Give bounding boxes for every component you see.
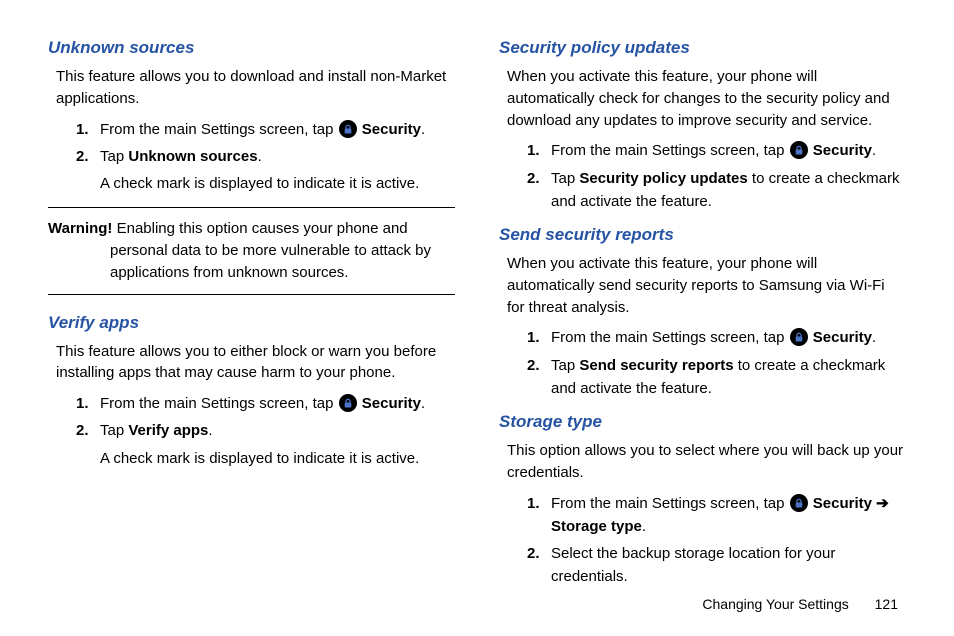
left-column: Unknown sources This feature allows you … xyxy=(48,32,455,601)
steps-security-policy: From the main Settings screen, tap Secur… xyxy=(527,139,906,213)
text: . xyxy=(642,518,646,535)
step: From the main Settings screen, tap Secur… xyxy=(527,326,906,349)
label-security: Security xyxy=(809,495,877,512)
heading-verify-apps: Verify apps xyxy=(48,313,455,333)
step: From the main Settings screen, tap Secur… xyxy=(76,392,455,415)
lock-icon xyxy=(790,494,808,512)
text: From the main Settings screen, tap xyxy=(551,329,789,346)
step: From the main Settings screen, tap Secur… xyxy=(527,492,906,539)
text: . xyxy=(872,329,876,346)
warning-prefix: Warning! xyxy=(48,220,117,237)
label-security: Security xyxy=(358,395,421,412)
right-column: Security policy updates When you activat… xyxy=(499,32,906,601)
text: Select the backup storage location for y… xyxy=(551,545,835,585)
page-number: 121 xyxy=(875,596,898,612)
text: From the main Settings screen, tap xyxy=(551,495,789,512)
label-verify-apps: Verify apps xyxy=(128,422,208,439)
heading-security-policy: Security policy updates xyxy=(499,38,906,58)
label-security: Security xyxy=(809,329,872,346)
lock-icon xyxy=(790,328,808,346)
text: . xyxy=(872,142,876,159)
intro-send-reports: When you activate this feature, your pho… xyxy=(507,253,906,318)
steps-verify-apps: From the main Settings screen, tap Secur… xyxy=(76,392,455,470)
heading-storage-type: Storage type xyxy=(499,412,906,432)
step: Tap Unknown sources. A check mark is dis… xyxy=(76,145,455,196)
label-security-policy-updates: Security policy updates xyxy=(579,170,747,187)
steps-unknown-sources: From the main Settings screen, tap Secur… xyxy=(76,118,455,196)
text: Tap xyxy=(551,357,579,374)
label-unknown-sources: Unknown sources xyxy=(128,148,257,165)
substep: A check mark is displayed to indicate it… xyxy=(100,447,455,470)
text: . xyxy=(208,422,212,439)
step: From the main Settings screen, tap Secur… xyxy=(527,139,906,162)
intro-security-policy: When you activate this feature, your pho… xyxy=(507,66,906,131)
warning-body: Enabling this option causes your phone a… xyxy=(110,220,431,281)
steps-storage-type: From the main Settings screen, tap Secur… xyxy=(527,492,906,589)
label-send-security-reports: Send security reports xyxy=(579,357,733,374)
substep: A check mark is displayed to indicate it… xyxy=(100,172,455,195)
text: From the main Settings screen, tap xyxy=(100,395,338,412)
heading-unknown-sources: Unknown sources xyxy=(48,38,455,58)
step: Tap Send security reports to create a ch… xyxy=(527,354,906,401)
step: From the main Settings screen, tap Secur… xyxy=(76,118,455,141)
intro-verify-apps: This feature allows you to either block … xyxy=(56,341,455,385)
page-footer: Changing Your Settings 121 xyxy=(702,596,898,612)
text: Tap xyxy=(100,148,128,165)
intro-storage-type: This option allows you to select where y… xyxy=(507,440,906,484)
text: . xyxy=(421,121,425,138)
step: Tap Verify apps. A check mark is display… xyxy=(76,419,455,470)
lock-icon xyxy=(339,120,357,138)
text: . xyxy=(258,148,262,165)
text: From the main Settings screen, tap xyxy=(551,142,789,159)
footer-label: Changing Your Settings xyxy=(702,596,848,612)
label-security: Security xyxy=(358,121,421,138)
step: Tap Security policy updates to create a … xyxy=(527,167,906,214)
lock-icon xyxy=(790,141,808,159)
warning-block: Warning! Enabling this option causes you… xyxy=(48,207,455,294)
text: From the main Settings screen, tap xyxy=(100,121,338,138)
text: Tap xyxy=(551,170,579,187)
steps-send-reports: From the main Settings screen, tap Secur… xyxy=(527,326,906,400)
lock-icon xyxy=(339,394,357,412)
step: Select the backup storage location for y… xyxy=(527,542,906,589)
text: Tap xyxy=(100,422,128,439)
heading-send-reports: Send security reports xyxy=(499,225,906,245)
label-storage-type: Storage type xyxy=(551,518,642,535)
arrow-icon: ➔ xyxy=(876,495,889,512)
page-columns: Unknown sources This feature allows you … xyxy=(48,32,906,601)
label-security: Security xyxy=(809,142,872,159)
text: . xyxy=(421,395,425,412)
intro-unknown-sources: This feature allows you to download and … xyxy=(56,66,455,110)
